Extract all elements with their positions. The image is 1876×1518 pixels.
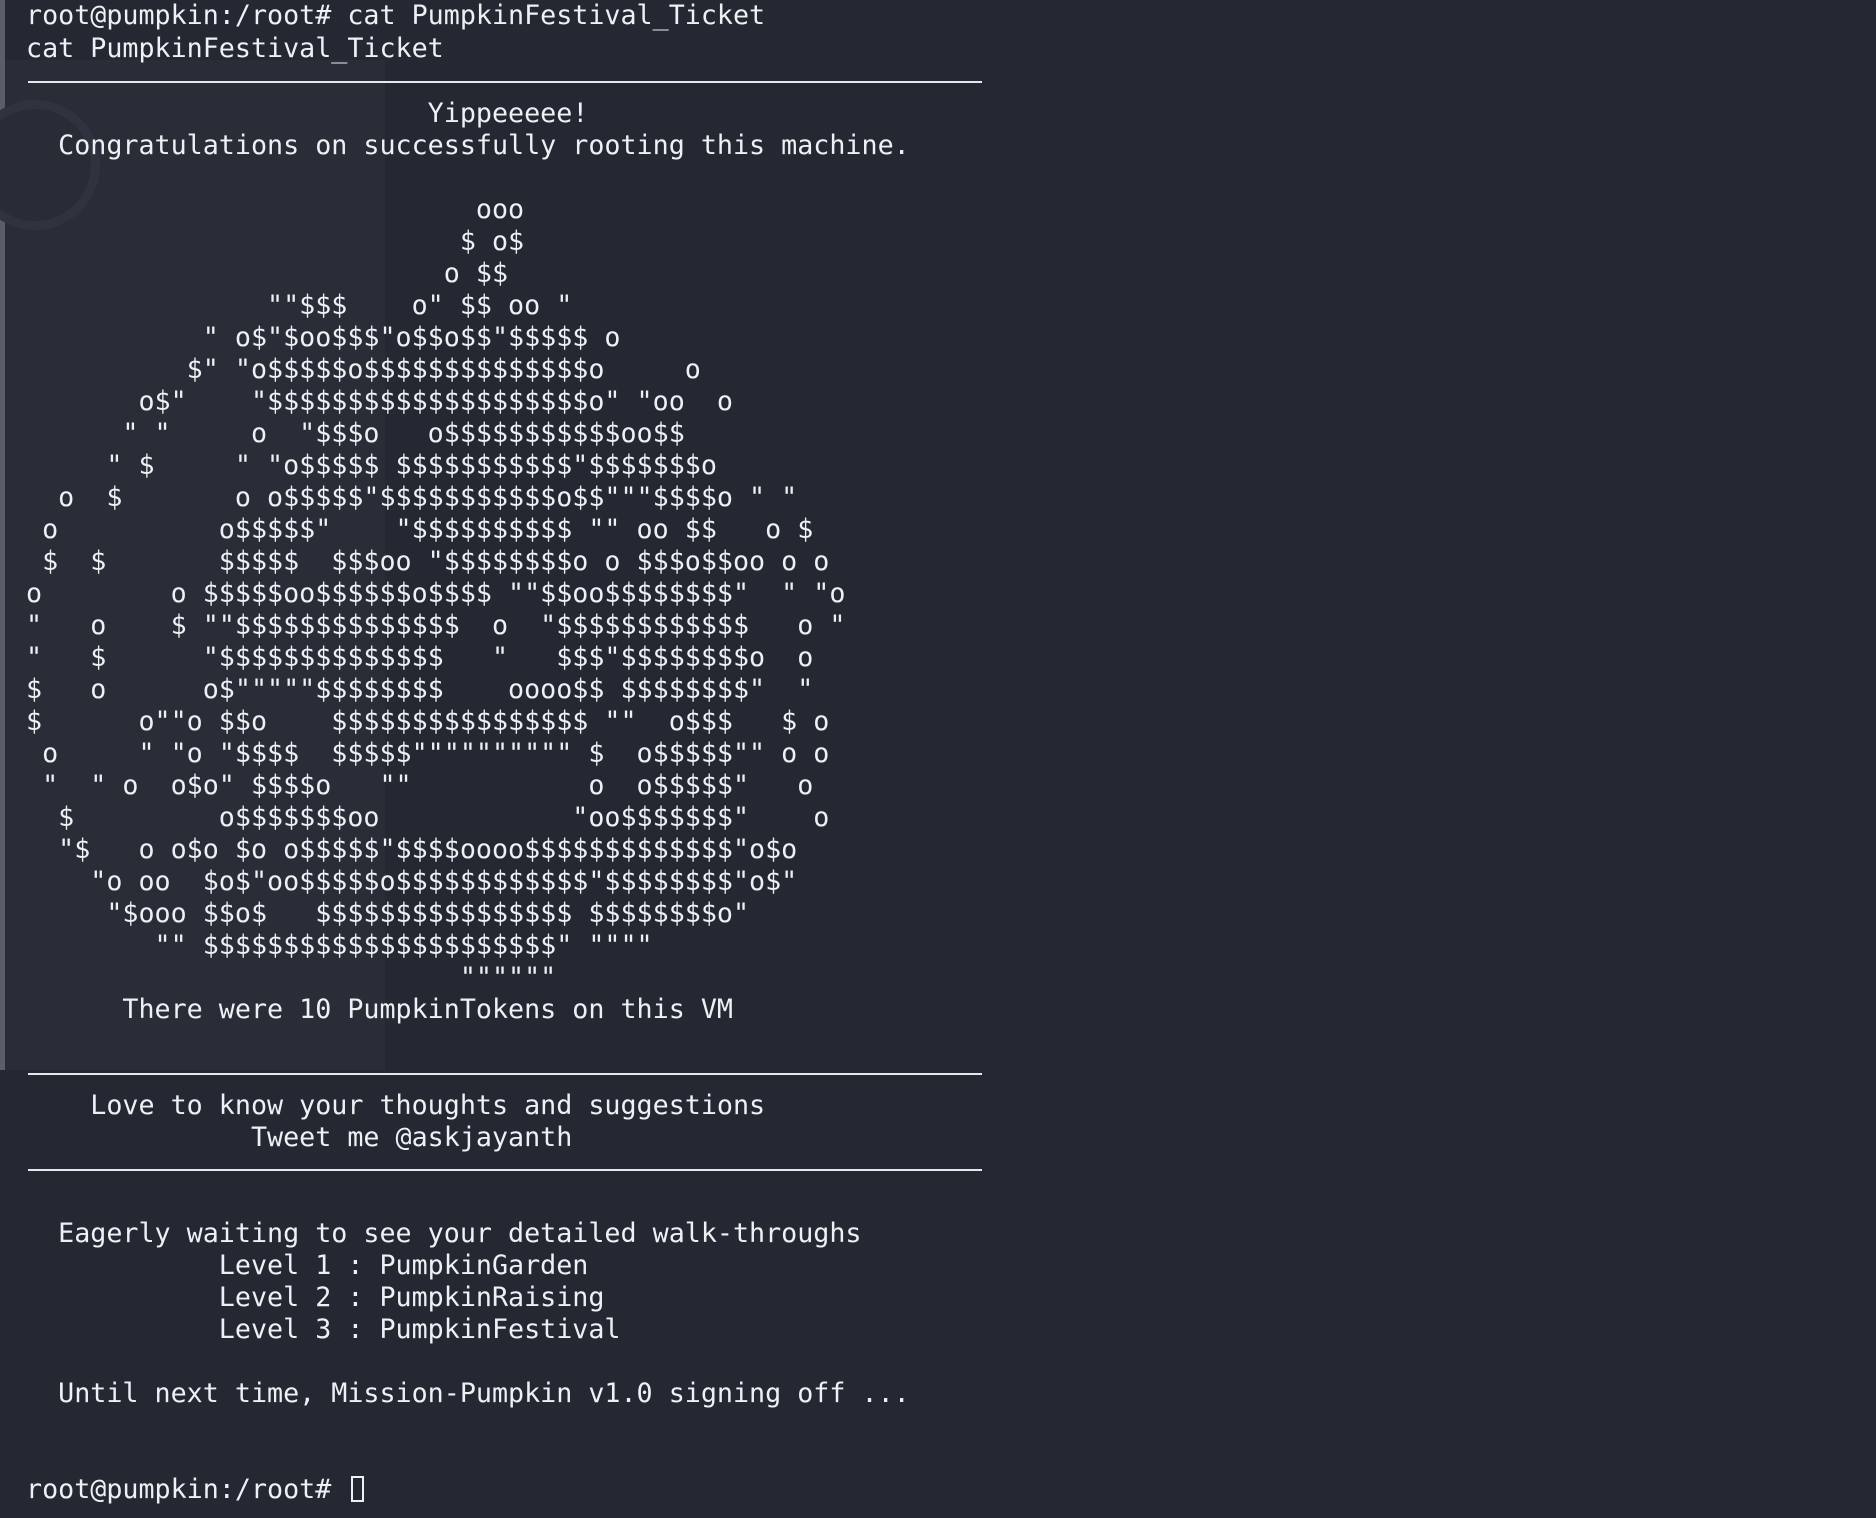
ascii-art-line: " $ " "o$$$$$ $$$$$$$$$$$"$$$$$$$o [26,450,717,481]
command-echo: cat PumpkinFestival_Ticket [26,33,444,64]
ascii-art-line: $" "o$$$$$o$$$$$$$$$$$$$$o o [26,354,701,385]
terminal-window[interactable]: root@pumpkin:/root# cat PumpkinFestival_… [0,0,1876,1518]
ascii-art-line: $ o o$"""""$$$$$$$$ oooo$$ $$$$$$$$" " [26,674,814,705]
ascii-art-line: " $ "$$$$$$$$$$$$$$ " $$$"$$$$$$$$o o [26,642,814,673]
ascii-art-line: $ o$$$$$$$oo "oo$$$$$$$" o [26,802,830,833]
twitter-handle-text: Tweet me @askjayanth [26,1122,573,1153]
ascii-art-line: "$ooo $$o$ $$$$$$$$$$$$$$$$ $$$$$$$$o" [26,898,750,929]
walkthrough-text: Eagerly waiting to see your detailed wal… [26,1218,862,1249]
cursor-block [351,1476,365,1502]
level-1-text: Level 1 : PumpkinGarden [26,1250,589,1281]
separator-rule [28,1073,982,1075]
ascii-art-line: """""" [26,962,557,993]
ascii-art-line: $ $ $$$$$ $$$oo "$$$$$$$$o o $$$o$$oo o … [26,546,830,577]
ascii-art-line: o o$$$$$" "$$$$$$$$$$ "" oo $$ o $ [26,514,814,545]
tokens-text: There were 10 PumpkinTokens on this VM [26,994,733,1025]
ascii-art-line: " o $ ""$$$$$$$$$$$$$$ o "$$$$$$$$$$$$ o… [26,610,846,641]
command-line: root@pumpkin:/root# cat PumpkinFestival_… [26,0,766,31]
ascii-art-line: o$" "$$$$$$$$$$$$$$$$$$$$o" "oo o [26,386,733,417]
ascii-art-line: " " o o$o" $$$$o "" o o$$$$$" o [26,770,814,801]
ascii-art-line: "o oo $o$"oo$$$$$o$$$$$$$$$$$$"$$$$$$$$"… [26,866,798,897]
level-2-text: Level 2 : PumpkinRaising [26,1282,605,1313]
shell-prompt[interactable]: root@pumpkin:/root# [26,1474,365,1506]
ascii-art-line: ""$$$ o" $$ oo " [26,290,573,321]
ascii-art-line: $ o$ [26,226,525,257]
ascii-art-line: o " "o "$$$$ $$$$$"""""""""" $ o$$$$$"" … [26,738,830,769]
congrats-text: Congratulations on successfully rooting … [26,130,910,161]
ascii-art-line: " " o "$$$o o$$$$$$$$$$$oo$$ [26,418,685,449]
prompt-text: root@pumpkin:/root# [26,1474,348,1505]
ascii-art-line: "" $$$$$$$$$$$$$$$$$$$$$$" """" [26,930,653,961]
separator-rule [28,81,982,83]
level-3-text: Level 3 : PumpkinFestival [26,1314,621,1345]
ascii-art-line: $ o""o $$o $$$$$$$$$$$$$$$$ "" o$$$ $ o [26,706,830,737]
ascii-art-line: " o$"$oo$$$"o$$o$$"$$$$$ o [26,322,621,353]
ascii-art-line: o $ o o$$$$$"$$$$$$$$$$$o$$"""$$$$o " " [26,482,798,513]
sign-off-text: Until next time, Mission-Pumpkin v1.0 si… [26,1378,910,1409]
ascii-art-line: ooo [26,194,525,225]
ascii-art-line: o o $$$$$oo$$$$$$o$$$$ ""$$oo$$$$$$$$" "… [26,578,846,609]
yippee-text: Yippeeeee! [26,98,589,129]
ascii-art-line: o $$ [26,258,509,289]
separator-rule [28,1169,982,1171]
ascii-art-line: "$ o o$o $o o$$$$$"$$$$oooo$$$$$$$$$$$$$… [26,834,798,865]
feedback-text: Love to know your thoughts and suggestio… [26,1090,766,1121]
